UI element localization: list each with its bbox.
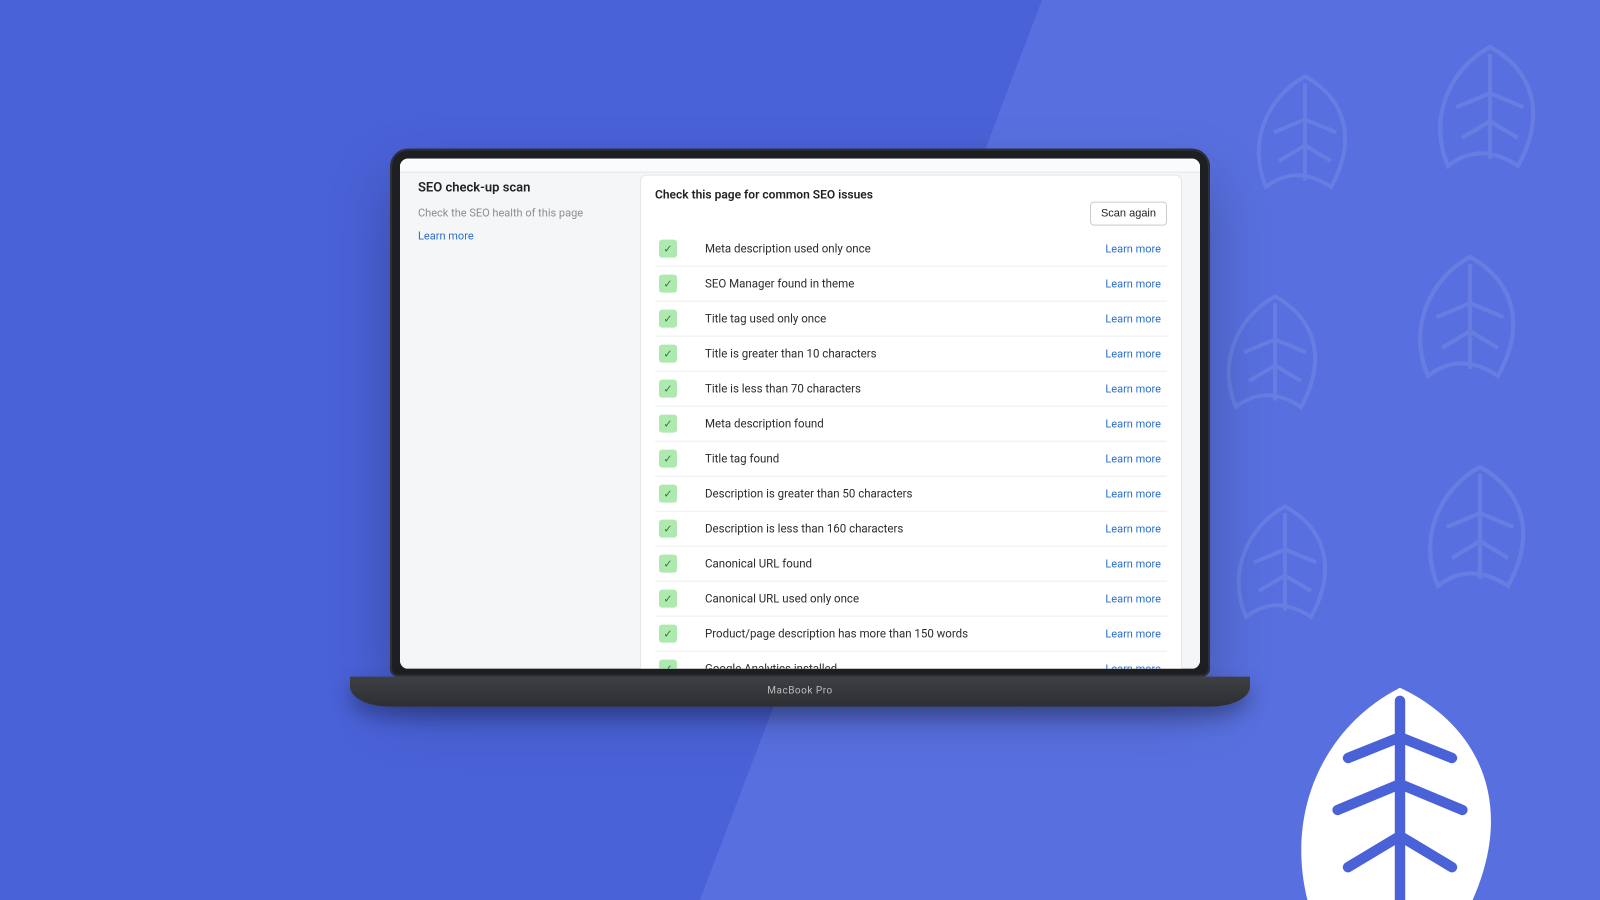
- seo-app: SEO check-up scan Check the SEO health o…: [400, 159, 1200, 669]
- scan-result-row: ✓ Description is greater than 50 characte…: [655, 477, 1167, 512]
- check-pass-icon: ✓: [659, 520, 677, 538]
- check-pass-icon: ✓: [659, 590, 677, 608]
- scan-result-learn-more-link[interactable]: Learn more: [1105, 242, 1167, 255]
- scan-result-row: ✓ Title is greater than 10 characters Lear…: [655, 337, 1167, 372]
- scan-result-row: ✓ Meta description found Learn more: [655, 407, 1167, 442]
- scan-result-label: Meta description used only once: [691, 242, 1091, 256]
- scan-result-label: Title tag found: [691, 452, 1091, 466]
- scan-result-learn-more-link[interactable]: Learn more: [1105, 452, 1167, 465]
- card-title: Check this page for common SEO issues: [655, 186, 873, 202]
- scan-result-learn-more-link[interactable]: Learn more: [1105, 627, 1167, 640]
- scan-result-learn-more-link[interactable]: Learn more: [1105, 312, 1167, 325]
- scan-results-list: ✓ Meta description used only once Learn mo…: [655, 232, 1167, 669]
- page-subtitle: Check the SEO health of this page: [418, 206, 618, 221]
- scan-results-card: Check this page for common SEO issues Sc…: [640, 175, 1182, 669]
- scan-result-row: ✓ Description is less than 160 characters…: [655, 512, 1167, 547]
- scan-result-label: Meta description found: [691, 417, 1091, 431]
- check-pass-icon: ✓: [659, 345, 677, 363]
- brand-leaf-icon: [1270, 680, 1530, 900]
- check-pass-icon: ✓: [659, 555, 677, 573]
- scan-again-button[interactable]: Scan again: [1090, 202, 1167, 226]
- scan-result-row: ✓ Title is less than 70 characters Learn m…: [655, 372, 1167, 407]
- scan-result-label: SEO Manager found in theme: [691, 277, 1091, 291]
- app-header-strip: [400, 159, 1200, 173]
- sidebar: SEO check-up scan Check the SEO health o…: [418, 175, 618, 669]
- scan-result-label: Google Analytics installed: [691, 662, 1091, 669]
- sidebar-learn-more-link[interactable]: Learn more: [418, 230, 474, 243]
- scan-result-row: ✓ Canonical URL found Learn more: [655, 547, 1167, 582]
- check-pass-icon: ✓: [659, 660, 677, 669]
- scan-result-row: ✓ SEO Manager found in theme Learn more: [655, 267, 1167, 302]
- marketing-stage: SEO check-up scan Check the SEO health o…: [0, 0, 1600, 900]
- scan-result-row: ✓ Google Analytics installed Learn more: [655, 652, 1167, 669]
- scan-result-label: Description is greater than 50 character…: [691, 487, 1091, 501]
- scan-result-row: ✓ Title tag found Learn more: [655, 442, 1167, 477]
- check-pass-icon: ✓: [659, 240, 677, 258]
- scan-result-learn-more-link[interactable]: Learn more: [1105, 277, 1167, 290]
- scan-result-learn-more-link[interactable]: Learn more: [1105, 592, 1167, 605]
- scan-result-learn-more-link[interactable]: Learn more: [1105, 662, 1167, 669]
- laptop-chin: MacBook Pro: [350, 677, 1250, 707]
- scan-result-row: ✓ Title tag used only once Learn more: [655, 302, 1167, 337]
- check-pass-icon: ✓: [659, 450, 677, 468]
- check-pass-icon: ✓: [659, 310, 677, 328]
- scan-result-learn-more-link[interactable]: Learn more: [1105, 382, 1167, 395]
- scan-result-label: Description is less than 160 characters: [691, 522, 1091, 536]
- scan-result-label: Title is less than 70 characters: [691, 382, 1091, 396]
- check-pass-icon: ✓: [659, 415, 677, 433]
- scan-result-label: Canonical URL used only once: [691, 592, 1091, 606]
- scan-result-row: ✓ Canonical URL used only once Learn more: [655, 582, 1167, 617]
- scan-result-label: Title is greater than 10 characters: [691, 347, 1091, 361]
- device-label: MacBook Pro: [767, 686, 832, 697]
- scan-result-learn-more-link[interactable]: Learn more: [1105, 347, 1167, 360]
- check-pass-icon: ✓: [659, 275, 677, 293]
- scan-result-row: ✓ Meta description used only once Learn mo…: [655, 232, 1167, 267]
- check-pass-icon: ✓: [659, 485, 677, 503]
- scan-result-label: Canonical URL found: [691, 557, 1091, 571]
- scan-result-learn-more-link[interactable]: Learn more: [1105, 487, 1167, 500]
- check-pass-icon: ✓: [659, 625, 677, 643]
- scan-result-learn-more-link[interactable]: Learn more: [1105, 522, 1167, 535]
- scan-result-learn-more-link[interactable]: Learn more: [1105, 417, 1167, 430]
- scan-result-row: ✓ Product/page description has more than …: [655, 617, 1167, 652]
- scan-result-label: Product/page description has more than 1…: [691, 627, 1091, 641]
- check-pass-icon: ✓: [659, 380, 677, 398]
- scan-result-learn-more-link[interactable]: Learn more: [1105, 557, 1167, 570]
- page-title: SEO check-up scan: [418, 181, 618, 196]
- scan-result-label: Title tag used only once: [691, 312, 1091, 326]
- laptop-mockup: SEO check-up scan Check the SEO health o…: [350, 149, 1250, 707]
